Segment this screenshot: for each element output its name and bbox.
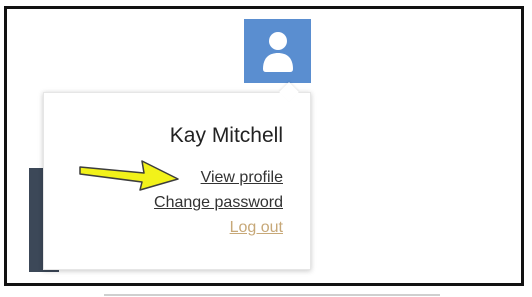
arrow-right-icon [79, 160, 179, 191]
change-password-link[interactable]: Change password [154, 194, 283, 212]
user-avatar-button[interactable] [244, 19, 311, 83]
user-name: Kay Mitchell [169, 124, 283, 147]
view-profile-link[interactable]: View profile [201, 169, 283, 187]
divider [104, 294, 440, 296]
logout-link[interactable]: Log out [230, 219, 283, 237]
user-icon [263, 32, 293, 72]
